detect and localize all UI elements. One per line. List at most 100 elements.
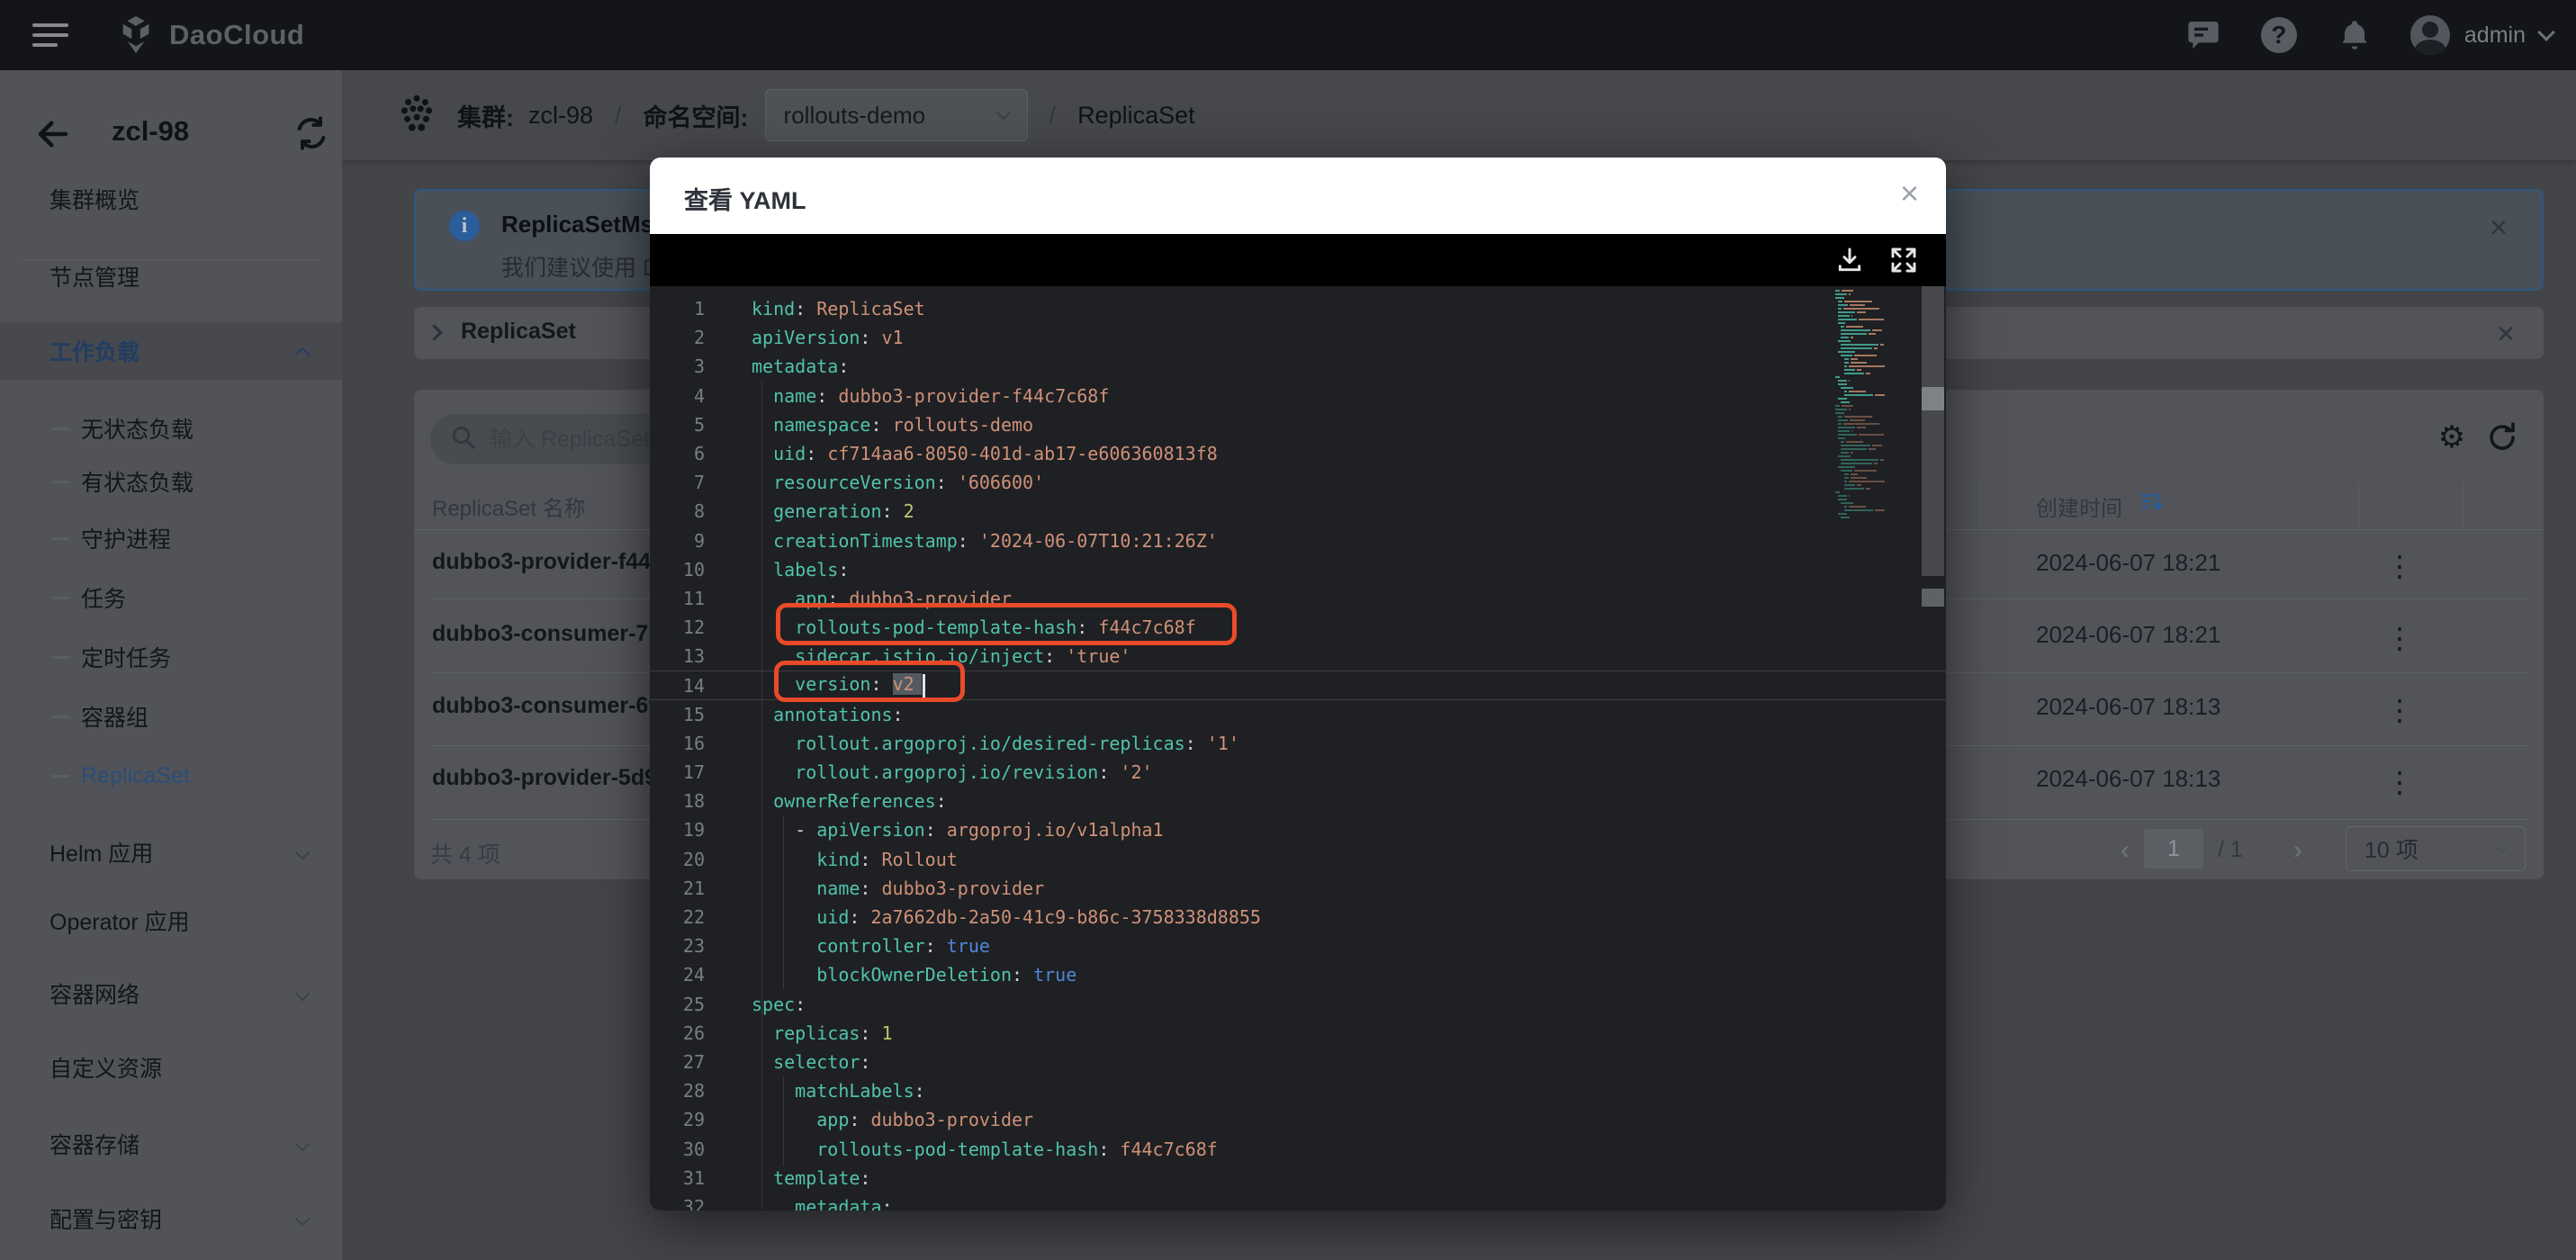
row-actions-icon[interactable]: ⋮ (2385, 549, 2414, 583)
sidebar-item-Helm 应用[interactable]: Helm 应用 (0, 824, 342, 881)
user-menu[interactable]: admin (2409, 15, 2555, 55)
editor-toolbar (650, 234, 1946, 286)
yaml-line-7: 7 resourceVersion: '606600' (693, 472, 1045, 494)
yaml-line-24: 24 blockOwnerDeletion: true (682, 964, 1077, 986)
panel-close-icon[interactable]: × (2497, 319, 2515, 349)
back-icon[interactable] (34, 115, 72, 158)
sidebar-item-节点管理[interactable]: 节点管理 (0, 248, 342, 305)
sidebar-item-Operator 应用[interactable]: Operator 应用 (0, 892, 342, 950)
minimap[interactable] (1833, 286, 1946, 1210)
yaml-editor[interactable]: 1 kind: ReplicaSet 2 apiVersion: v1 3 metadat… (650, 286, 1946, 1210)
alert-title: ReplicaSetMsg (501, 211, 668, 238)
row-actions-icon[interactable]: ⋮ (2385, 693, 2414, 727)
sidebar-item-配置与密钥[interactable]: 配置与密钥 (0, 1190, 342, 1247)
sidebar-item-任务[interactable]: 任务 (0, 569, 342, 626)
breadcrumb-cluster-value[interactable]: zcl-98 (528, 102, 593, 130)
sidebar-item-label: 容器组 (81, 706, 149, 731)
gear-icon[interactable]: ⚙ (2434, 419, 2470, 455)
sidebar-item-label: 定时任务 (81, 646, 172, 671)
yaml-line-26: 26 replicas: 1 (682, 1022, 893, 1044)
sidebar-item-label: 容器存储 (50, 1133, 140, 1158)
prev-page-icon[interactable]: ‹ (2121, 837, 2130, 864)
breadcrumb-cluster-label: 集群: (457, 104, 514, 131)
sidebar-item-ReplicaSet[interactable]: ReplicaSet (0, 747, 342, 805)
table-row-time: 2024-06-07 18:21 (2036, 549, 2221, 576)
sidebar-item-容器网络[interactable]: 容器网络 (0, 965, 342, 1022)
modal-close-icon[interactable]: × (1900, 177, 1919, 210)
fullscreen-icon[interactable] (1888, 245, 1919, 275)
column-header-time[interactable]: 创建时间 (2036, 490, 2122, 522)
yaml-line-30: 30 rollouts-pod-template-hash: f44c7c68f (682, 1138, 1218, 1160)
row-actions-icon[interactable]: ⋮ (2385, 621, 2414, 655)
download-icon[interactable] (1834, 245, 1865, 275)
yaml-line-16: 16 rollout.argoproj.io/desired-replicas:… (682, 732, 1239, 754)
username: admin (2463, 22, 2526, 48)
column-header-name[interactable]: ReplicaSet 名称 (432, 490, 586, 522)
sidebar-item-自定义资源[interactable]: 自定义资源 (0, 1039, 342, 1096)
help-icon[interactable]: ? (2259, 15, 2299, 55)
yaml-line-23: 23 controller: true (682, 935, 990, 958)
modal-header: 查看 YAML × (650, 158, 1946, 234)
sidebar-item-守护进程[interactable]: 守护进程 (0, 509, 342, 567)
yaml-line-25: 25 spec: (682, 993, 806, 1015)
yaml-line-31: 31 template: (682, 1166, 871, 1189)
table-row-time: 2024-06-07 18:13 (2036, 693, 2221, 720)
chevron-down-icon (294, 1136, 311, 1152)
table-row-name[interactable]: dubbo3-provider-5d96b (432, 765, 683, 791)
search-icon (450, 424, 477, 455)
bell-icon[interactable] (2335, 15, 2374, 55)
page-total: / 1 (2218, 837, 2243, 862)
yaml-line-27: 27 selector: (682, 1050, 871, 1073)
sidebar-item-label: 工作负载 (50, 340, 140, 365)
namespace-select[interactable]: rollouts-demo (764, 89, 1028, 141)
page-input[interactable]: 1 (2144, 829, 2203, 868)
sidebar-item-label: 无状态负载 (81, 418, 194, 443)
scrollbar-marker (1922, 589, 1944, 607)
sidebar-cluster-name: zcl-98 (112, 115, 190, 147)
chevron-down-icon (294, 986, 311, 1002)
alert-close-icon[interactable]: × (2490, 212, 2508, 243)
panel-title: ReplicaSet (461, 319, 576, 344)
table-row-time: 2024-06-07 18:21 (2036, 621, 2221, 648)
sidebar-item-label: 任务 (81, 587, 127, 612)
sidebar-item-无状态负载[interactable]: 无状态负载 (0, 400, 342, 457)
brand[interactable]: DaoCloud (115, 14, 304, 56)
sidebar-item-容器存储[interactable]: 容器存储 (0, 1115, 342, 1173)
breadcrumb-separator: / (615, 101, 622, 129)
minimap-slider[interactable] (1922, 286, 1944, 576)
yaml-line-9: 9 creationTimestamp: '2024-06-07T10:21:2… (693, 529, 1218, 552)
row-actions-icon[interactable]: ⋮ (2385, 765, 2414, 799)
chat-icon[interactable] (2184, 15, 2223, 55)
chevron-down-icon (2494, 839, 2509, 854)
sidebar-item-有状态负载[interactable]: 有状态负载 (0, 453, 342, 510)
switch-cluster-icon[interactable] (293, 115, 329, 156)
sidebar-item-label: 自定义资源 (50, 1057, 163, 1082)
refresh-icon[interactable] (2484, 419, 2520, 455)
sidebar-item-工作负载[interactable]: 工作负载 (0, 322, 342, 380)
yaml-line-18: 18 ownerReferences: (682, 790, 947, 813)
yaml-line-15: 15 annotations: (682, 703, 904, 725)
breadcrumb-namespace-label: 命名空间: (643, 104, 749, 131)
sidebar-item-容器组[interactable]: 容器组 (0, 688, 342, 745)
yaml-line-21: 21 name: dubbo3-provider (682, 877, 1045, 899)
highlight-box-template-hash (776, 603, 1237, 645)
scrollbar-thumb[interactable] (1922, 387, 1944, 410)
page-size-select[interactable]: 10 项 (2346, 826, 2526, 871)
chevron-down-icon (294, 844, 311, 860)
menu-icon[interactable] (32, 23, 72, 49)
sidebar-item-label: 节点管理 (50, 266, 140, 291)
next-page-icon[interactable]: › (2293, 837, 2302, 864)
yaml-line-2: 2 apiVersion: v1 (693, 327, 904, 349)
yaml-line-6: 6 uid: cf714aa6-8050-401d-ab17-e60636081… (693, 443, 1218, 465)
yaml-line-10: 10 labels: (682, 558, 850, 580)
yaml-line-29: 29 app: dubbo3-provider (682, 1109, 1034, 1131)
minimap-code (1835, 290, 1922, 520)
sidebar-item-定时任务[interactable]: 定时任务 (0, 628, 342, 686)
sidebar-item-label: 配置与密钥 (50, 1208, 163, 1233)
info-icon: i (449, 211, 480, 241)
sidebar-item-label: 守护进程 (81, 527, 172, 553)
breadcrumb: 集群: zcl-98 / 命名空间: rollouts-demo / Repli… (342, 70, 2576, 160)
sidebar-item-集群概览[interactable]: 集群概览 (0, 170, 342, 228)
sidebar-item-label: ReplicaSet (81, 762, 190, 788)
sort-descending-icon[interactable] (2139, 489, 2166, 520)
